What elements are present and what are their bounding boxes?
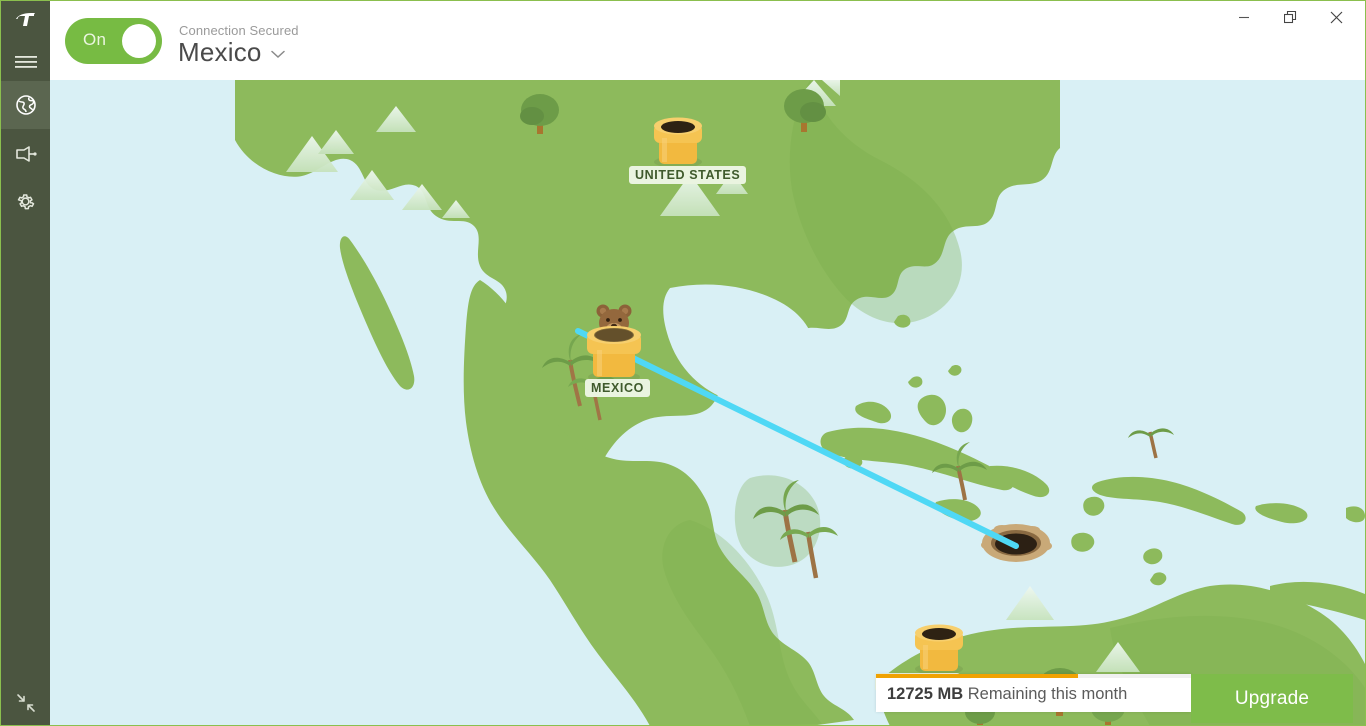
tunnelbear-logo	[1, 1, 50, 39]
marker-label: UNITED STATES	[629, 166, 747, 184]
restore-button[interactable]	[1267, 1, 1313, 33]
connection-status-text: Connection Secured	[179, 23, 299, 38]
upgrade-button[interactable]: Upgrade	[1191, 674, 1353, 723]
vpn-toggle-knob	[122, 24, 156, 58]
gear-icon	[15, 191, 36, 212]
data-remaining-text: 12725 MB Remaining this month	[887, 685, 1127, 704]
chevron-down-icon	[270, 46, 285, 64]
data-remaining-suffix: Remaining this month	[963, 685, 1128, 703]
world-map[interactable]: UNITED STATES MEXICO	[50, 80, 1365, 725]
data-progress-track	[876, 674, 1191, 678]
sidebar	[1, 1, 50, 725]
data-usage-bar: 12725 MB Remaining this month Upgrade	[841, 669, 1365, 725]
tunnelbear-app-window: On Connection Secured Mexico UNITED STAT…	[0, 0, 1366, 726]
share-icon	[15, 145, 37, 163]
close-button[interactable]	[1313, 1, 1359, 33]
collapse-window-icon[interactable]	[1, 679, 50, 725]
upgrade-button-label: Upgrade	[1234, 687, 1310, 709]
vpn-toggle-label: On	[83, 30, 107, 49]
vpn-toggle[interactable]: On	[65, 18, 162, 64]
data-amount-value: 12725 MB	[887, 685, 964, 703]
sidebar-item-network[interactable]	[1, 130, 50, 178]
selected-country-label: Mexico	[178, 37, 262, 67]
minimize-button[interactable]	[1221, 1, 1267, 33]
data-progress-fill	[876, 674, 1078, 678]
sidebar-item-map[interactable]	[1, 81, 50, 129]
header-bar: On Connection Secured Mexico	[50, 1, 1365, 80]
sidebar-item-settings[interactable]	[1, 177, 50, 225]
country-selector[interactable]: Mexico	[178, 37, 285, 68]
data-remaining-panel: 12725 MB Remaining this month	[876, 674, 1191, 712]
menu-icon[interactable]	[1, 39, 50, 87]
marker-label: MEXICO	[585, 379, 650, 397]
globe-icon	[15, 95, 36, 115]
